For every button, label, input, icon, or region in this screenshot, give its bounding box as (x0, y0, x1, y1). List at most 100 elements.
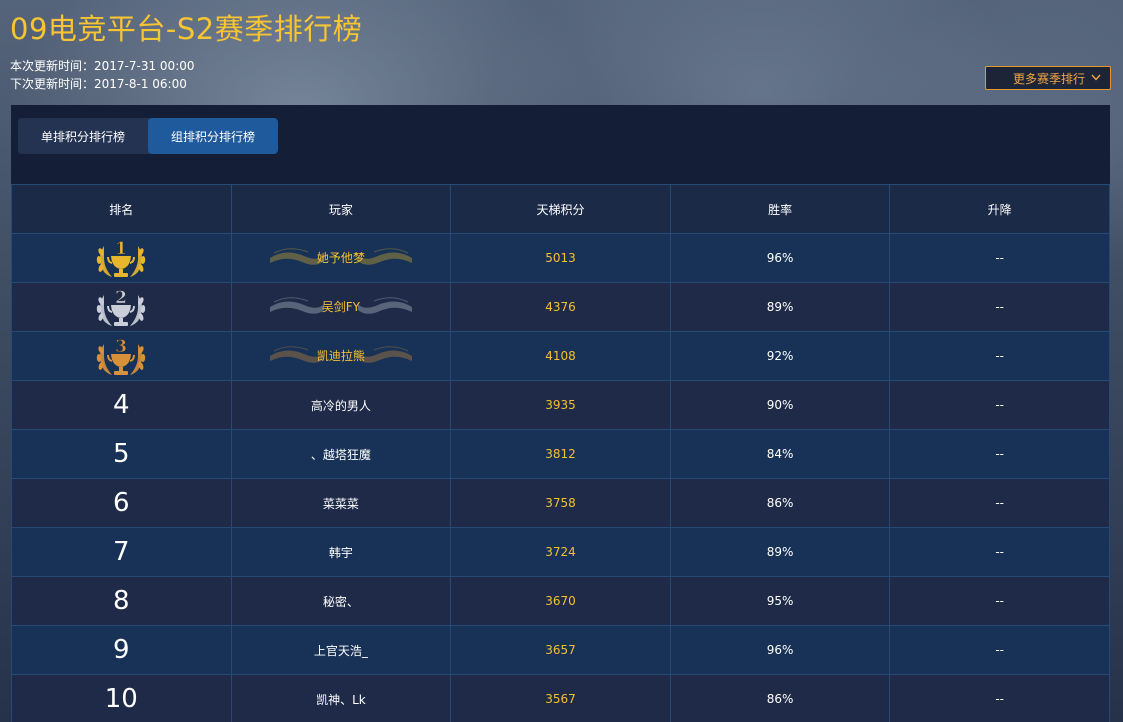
ranking-panel: 单排积分排行榜 组排积分排行榜 排名 玩家 天梯积分 胜率 升降 1 她予他梦 50… (11, 105, 1110, 722)
ladder-score: 4376 (545, 300, 576, 314)
rank-number: 7 (113, 537, 130, 567)
player-name: 吴剑FY (321, 300, 360, 314)
win-rate: 96% (766, 251, 794, 265)
rank-cell: 6 (11, 478, 232, 528)
player-name: 高冷的男人 (310, 398, 371, 413)
table-row: 4 高冷的男人 3935 90% -- (11, 380, 1110, 430)
player-cell: 、越塔狂魔 (230, 429, 452, 479)
tab-team-ranking[interactable]: 组排积分排行榜 (148, 118, 278, 154)
player-cell: 凯迪拉熊 (230, 331, 452, 381)
table-row: 1 她予他梦 5013 96% -- (11, 233, 1110, 283)
player-name: 凯迪拉熊 (316, 349, 365, 363)
current-update-time: 本次更新时间：2017-7-31 00:00 (10, 59, 195, 73)
player-cell: 高冷的男人 (230, 380, 452, 430)
change-cell: -- (889, 233, 1110, 283)
trophy-number: 3 (115, 337, 127, 357)
win-rate: 86% (766, 496, 794, 510)
rank-cell: 10 (11, 674, 232, 722)
change-cell: -- (889, 331, 1110, 381)
win-rate: 89% (766, 545, 794, 559)
ladder-score: 3567 (545, 692, 576, 706)
header-change: 升降 (889, 184, 1110, 234)
ladder-score: 3657 (545, 643, 576, 657)
rank-number: 8 (113, 586, 130, 616)
score-cell: 3567 (450, 674, 671, 722)
win-rate-cell: 90% (669, 380, 891, 430)
rank-number: 10 (104, 684, 138, 714)
ladder-score: 5013 (545, 251, 576, 265)
rank-cell: 3 (11, 331, 232, 381)
player-cell: 秘密、 (230, 576, 452, 626)
win-rate: 95% (766, 594, 794, 608)
change-cell: -- (889, 429, 1110, 479)
tab-solo-ranking[interactable]: 单排积分排行榜 (18, 118, 148, 154)
page-title: 09电竞平台-S2赛季排行榜 (10, 12, 363, 46)
player-name: 秘密、 (322, 594, 359, 609)
trophy-number: 2 (115, 288, 127, 308)
rank-change: -- (995, 300, 1005, 314)
trophy-icon: 3 (97, 337, 146, 375)
rank-change: -- (995, 398, 1005, 412)
change-cell: -- (889, 576, 1110, 626)
table-header-row: 排名 玩家 天梯积分 胜率 升降 (11, 184, 1110, 234)
player-cell: 上官天浩_ (230, 625, 452, 675)
win-rate-cell: 96% (669, 625, 891, 675)
ladder-score: 3812 (545, 447, 576, 461)
table-row: 5 、越塔狂魔 3812 84% -- (11, 429, 1110, 479)
top-player-name: 吴剑FY (268, 296, 414, 318)
player-name: 上官天浩_ (313, 643, 368, 658)
score-cell: 4376 (450, 282, 671, 332)
more-season-ranking-button[interactable]: 更多赛季排行 (985, 66, 1111, 90)
header-rank: 排名 (11, 184, 232, 234)
chevron-down-icon (1091, 74, 1101, 81)
win-rate: 92% (766, 349, 794, 363)
rank-change: -- (995, 545, 1005, 559)
rank-change: -- (995, 447, 1005, 461)
ladder-score: 3758 (545, 496, 576, 510)
rank-change: -- (995, 349, 1005, 363)
ranking-table-body: 1 她予他梦 5013 96% -- 2 吴剑FY 4376 89% -- 3 凯迪拉熊 4108 92%… (11, 233, 1110, 722)
table-row: 6 菜菜菜 3758 86% -- (11, 478, 1110, 528)
rank-change: -- (995, 643, 1005, 657)
table-row: 8 秘密、 3670 95% -- (11, 576, 1110, 626)
trophy-icon: 2 (97, 288, 146, 326)
change-cell: -- (889, 478, 1110, 528)
player-name: 菜菜菜 (322, 496, 359, 511)
rank-change: -- (995, 496, 1005, 510)
score-cell: 3812 (450, 429, 671, 479)
rank-number: 5 (113, 439, 130, 469)
header-win-rate: 胜率 (669, 184, 891, 234)
score-cell: 3670 (450, 576, 671, 626)
ladder-score: 3935 (545, 398, 576, 412)
win-rate-cell: 89% (669, 527, 891, 577)
rank-cell: 5 (11, 429, 232, 479)
rank-cell: 8 (11, 576, 232, 626)
next-update-time: 下次更新时间：2017-8-1 06:00 (10, 77, 187, 91)
win-rate-cell: 84% (669, 429, 891, 479)
update-info: 本次更新时间：2017-7-31 00:00 下次更新时间：2017-8-1 0… (10, 57, 195, 93)
win-rate-cell: 95% (669, 576, 891, 626)
player-cell: 凯神、Lk (230, 674, 452, 722)
win-rate: 96% (766, 643, 794, 657)
player-cell: 韩宇 (230, 527, 452, 577)
win-rate-cell: 89% (669, 282, 891, 332)
player-name: 、越塔狂魔 (310, 447, 371, 462)
score-cell: 3935 (450, 380, 671, 430)
player-name: 凯神、Lk (316, 692, 366, 707)
more-season-ranking-label: 更多赛季排行 (1013, 71, 1086, 86)
player-name: 韩宇 (328, 545, 353, 560)
win-rate: 89% (766, 300, 794, 314)
rank-number: 6 (113, 488, 130, 518)
change-cell: -- (889, 282, 1110, 332)
rank-change: -- (995, 692, 1005, 706)
player-name: 她予他梦 (316, 251, 365, 265)
rank-cell: 7 (11, 527, 232, 577)
rank-cell: 2 (11, 282, 232, 332)
rank-number: 9 (113, 635, 130, 665)
trophy-icon: 1 (97, 239, 146, 277)
table-row: 3 凯迪拉熊 4108 92% -- (11, 331, 1110, 381)
score-cell: 5013 (450, 233, 671, 283)
score-cell: 4108 (450, 331, 671, 381)
rank-cell: 9 (11, 625, 232, 675)
win-rate-cell: 86% (669, 674, 891, 722)
